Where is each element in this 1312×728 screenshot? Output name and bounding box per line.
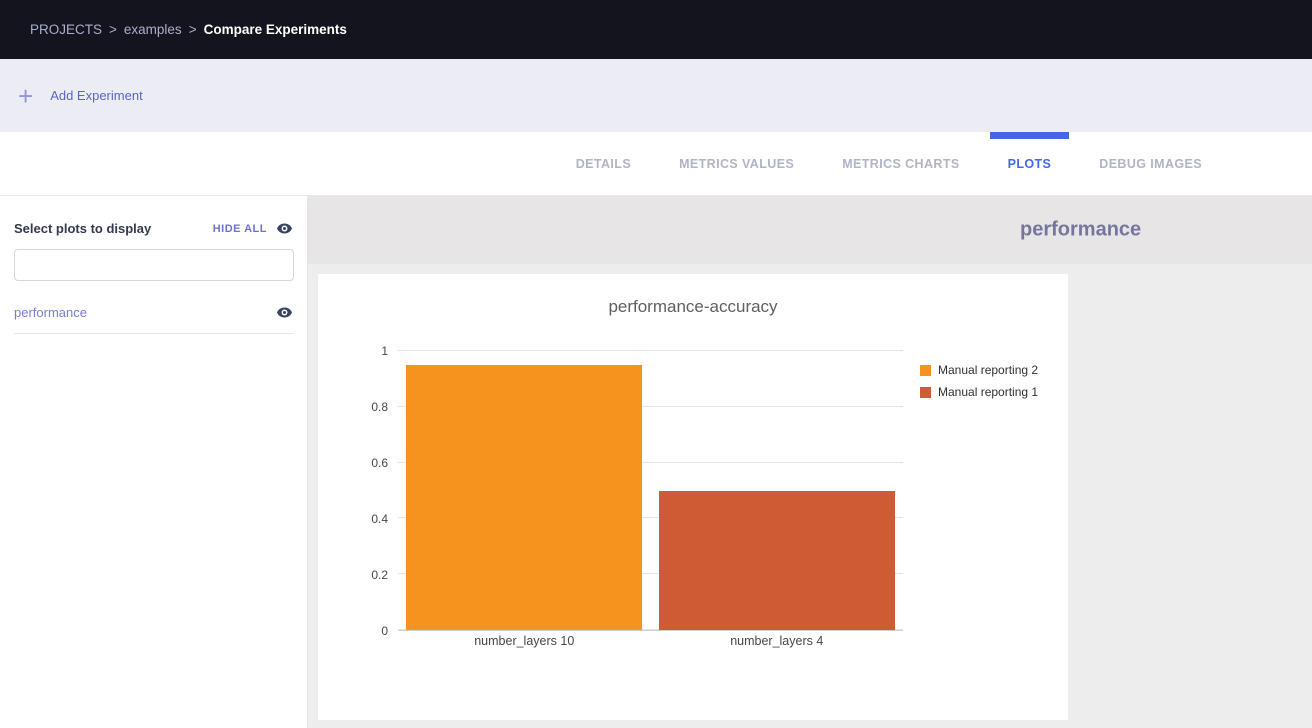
- add-experiment-label: Add Experiment: [50, 88, 143, 103]
- legend-item[interactable]: Manual reporting 1: [920, 385, 1038, 399]
- plot-card: performance-accuracy 0 0.2 0.4 0.6 0.8 1 numb…: [318, 274, 1068, 720]
- tab-plots[interactable]: PLOTS: [990, 132, 1070, 195]
- hide-all-button[interactable]: HIDE ALL: [213, 220, 293, 237]
- bar-slot: [651, 351, 904, 630]
- sidebar-header: Select plots to display HIDE ALL: [14, 220, 293, 237]
- breadcrumb-separator: >: [109, 22, 117, 37]
- chart-legend: Manual reporting 2 Manual reporting 1: [920, 351, 1038, 648]
- add-experiment-button[interactable]: + Add Experiment: [18, 83, 143, 109]
- plot-item-label: performance: [14, 305, 87, 320]
- x-tick-label: number_layers 10: [398, 634, 651, 648]
- plots-panel: performance performance-accuracy 0 0.2 0.4…: [308, 196, 1312, 728]
- tab-metrics-values[interactable]: METRICS VALUES: [661, 132, 812, 195]
- bar-manual-reporting-1[interactable]: [659, 491, 895, 631]
- tab-debug-images[interactable]: DEBUG IMAGES: [1081, 132, 1220, 195]
- content: Select plots to display HIDE ALL perform…: [0, 196, 1312, 728]
- plot-wrap: number_layers 10number_layers 4: [398, 351, 903, 648]
- breadcrumb-bar: PROJECTS > examples > Compare Experiment…: [0, 0, 1312, 59]
- bar-slot: [398, 351, 651, 630]
- chart-title: performance-accuracy: [318, 274, 1068, 317]
- breadcrumb: PROJECTS > examples > Compare Experiment…: [30, 22, 347, 37]
- plot-list-item[interactable]: performance: [14, 298, 293, 334]
- tab-details[interactable]: DETAILS: [558, 132, 649, 195]
- breadcrumb-current: Compare Experiments: [204, 22, 347, 37]
- action-bar: + Add Experiment: [0, 59, 1312, 132]
- plot-area: [398, 351, 903, 631]
- sidebar-title: Select plots to display: [14, 221, 151, 236]
- plot-group-title: performance: [1020, 219, 1141, 242]
- y-tick-label: 1: [328, 344, 388, 358]
- y-tick-label: 0.6: [328, 456, 388, 470]
- legend-label: Manual reporting 2: [938, 363, 1038, 377]
- y-tick-label: 0.2: [328, 568, 388, 582]
- x-labels: number_layers 10number_layers 4: [398, 634, 903, 648]
- plus-icon: +: [18, 83, 33, 109]
- eye-icon: [276, 220, 293, 237]
- legend-item[interactable]: Manual reporting 2: [920, 363, 1038, 377]
- breadcrumb-projects[interactable]: PROJECTS: [30, 22, 102, 37]
- legend-swatch: [920, 365, 931, 376]
- y-tick-label: 0.8: [328, 400, 388, 414]
- y-tick-label: 0.4: [328, 512, 388, 526]
- bar-manual-reporting-2[interactable]: [406, 365, 642, 630]
- legend-label: Manual reporting 1: [938, 385, 1038, 399]
- hide-all-label: HIDE ALL: [213, 223, 267, 235]
- plot-group-header: performance: [308, 196, 1312, 264]
- x-tick-label: number_layers 4: [651, 634, 904, 648]
- y-axis: 00.20.40.60.81: [318, 351, 398, 631]
- bars: [398, 351, 903, 630]
- plot-list: performance: [14, 298, 293, 334]
- breadcrumb-project[interactable]: examples: [124, 22, 182, 37]
- chart: 00.20.40.60.81 number_layers 10number_la…: [318, 351, 1068, 648]
- eye-icon[interactable]: [276, 304, 293, 321]
- y-tick-label: 0: [328, 624, 388, 638]
- tab-metrics-charts[interactable]: METRICS CHARTS: [824, 132, 977, 195]
- tab-bar: DETAILSMETRICS VALUESMETRICS CHARTSPLOTS…: [0, 132, 1312, 196]
- plots-sidebar: Select plots to display HIDE ALL perform…: [0, 196, 308, 728]
- breadcrumb-separator: >: [189, 22, 197, 37]
- legend-swatch: [920, 387, 931, 398]
- plot-filter-input[interactable]: [14, 249, 294, 281]
